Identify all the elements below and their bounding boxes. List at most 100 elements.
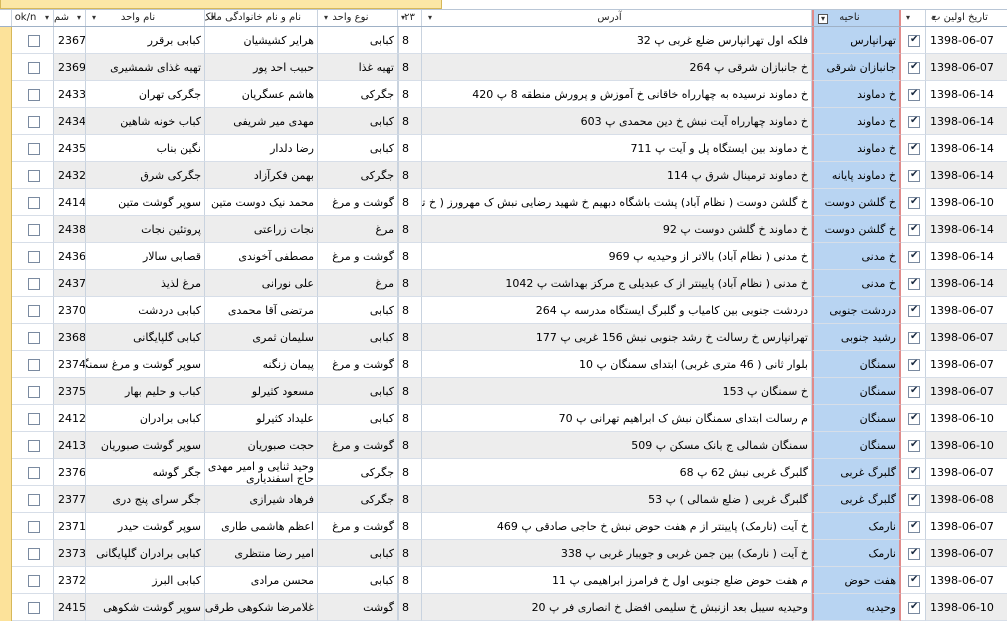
date-cell[interactable]: 1398-06-14 <box>926 216 1007 243</box>
ok-cell[interactable] <box>12 108 54 135</box>
code-cell[interactable]: 8 <box>398 135 422 162</box>
region-cell[interactable]: دردشت جنوبی <box>812 297 901 324</box>
col-header-number[interactable]: شم ▾ <box>54 10 86 26</box>
filter-icon[interactable]: ▾ <box>818 14 828 24</box>
region-cell[interactable]: خ مدنی <box>812 243 901 270</box>
table-row[interactable]: 2432 جگرکی شرق بهمن فکرآزاد جگرکی 8 خ دماوند … <box>0 162 1007 189</box>
address-cell[interactable]: خ مدنی ( نظام آباد) پایینتر از ک عبدیلی … <box>422 270 812 297</box>
select-all-corner[interactable] <box>0 10 12 26</box>
region-cell[interactable]: نارمک <box>812 513 901 540</box>
date-cell[interactable]: 1398-06-07 <box>926 297 1007 324</box>
ok-cell[interactable] <box>12 243 54 270</box>
unit-name-cell[interactable]: تهیه غذای شمشیری <box>86 54 205 81</box>
ok-checkbox[interactable] <box>28 170 40 182</box>
code-cell[interactable]: 8 <box>398 162 422 189</box>
flag-cell[interactable] <box>901 189 926 216</box>
date-cell[interactable]: 1398-06-14 <box>926 162 1007 189</box>
ok-checkbox[interactable] <box>28 62 40 74</box>
number-cell[interactable]: 2436 <box>54 243 86 270</box>
flag-checkbox[interactable] <box>908 88 920 101</box>
ok-checkbox[interactable] <box>28 224 40 236</box>
region-cell[interactable]: وحیدیه <box>812 594 901 621</box>
code-cell[interactable]: 8 <box>398 594 422 621</box>
flag-cell[interactable] <box>901 162 926 189</box>
flag-cell[interactable] <box>901 405 926 432</box>
flag-checkbox[interactable] <box>908 304 920 317</box>
number-cell[interactable]: 2374 <box>54 351 86 378</box>
owner-cell[interactable]: مهدی میر شریفی <box>205 108 318 135</box>
number-cell[interactable]: 2375 <box>54 378 86 405</box>
flag-cell[interactable] <box>901 243 926 270</box>
ok-checkbox[interactable] <box>28 548 40 560</box>
date-cell[interactable]: 1398-06-08 <box>926 486 1007 513</box>
unit-name-cell[interactable]: پروتئین نجات <box>86 216 205 243</box>
row-selector[interactable] <box>0 81 12 108</box>
ok-checkbox[interactable] <box>28 575 40 587</box>
ok-cell[interactable] <box>12 378 54 405</box>
row-selector[interactable] <box>0 405 12 432</box>
ok-cell[interactable] <box>12 216 54 243</box>
owner-cell[interactable]: محسن مرادی <box>205 567 318 594</box>
address-cell[interactable]: م رسالت ابتدای سمنگان نبش ک ابراهیم تهرا… <box>422 405 812 432</box>
address-cell[interactable]: گلبرگ غربی نبش 62 پ 68 <box>422 459 812 486</box>
owner-cell[interactable]: علی نورانی <box>205 270 318 297</box>
row-selector[interactable] <box>0 432 12 459</box>
region-cell[interactable]: گلبرگ غربی <box>812 459 901 486</box>
col-header-type[interactable]: نوع واحد ▾ <box>318 10 398 26</box>
code-cell[interactable]: 8 <box>398 243 422 270</box>
flag-checkbox[interactable] <box>908 331 920 344</box>
address-cell[interactable]: تهرانپارس خ رسالت خ رشد جنوبی نبش 156 غر… <box>422 324 812 351</box>
owner-cell[interactable]: هاشم عسگریان <box>205 81 318 108</box>
unit-name-cell[interactable]: سوپر گوشت صبوریان <box>86 432 205 459</box>
flag-checkbox[interactable] <box>908 142 920 155</box>
owner-cell[interactable]: حبیب احد پور <box>205 54 318 81</box>
owner-cell[interactable]: نجات زراعتی <box>205 216 318 243</box>
row-selector[interactable] <box>0 324 12 351</box>
code-cell[interactable]: 8 <box>398 189 422 216</box>
type-cell[interactable]: جگرکی <box>318 81 398 108</box>
type-cell[interactable]: گوشت و مرغ <box>318 189 398 216</box>
ok-cell[interactable] <box>12 27 54 54</box>
address-cell[interactable]: م هفت حوض ضلع جنوبی اول خ فرامرز ابراهیم… <box>422 567 812 594</box>
number-cell[interactable]: 2373 <box>54 540 86 567</box>
number-cell[interactable]: 2415 <box>54 594 86 621</box>
flag-cell[interactable] <box>901 567 926 594</box>
region-cell[interactable]: رشید جنوبی <box>812 324 901 351</box>
unit-name-cell[interactable]: سوپر گوشت و مرغ سمنگان <box>86 351 205 378</box>
date-cell[interactable]: 1398-06-07 <box>926 567 1007 594</box>
ok-checkbox[interactable] <box>28 602 40 614</box>
owner-cell[interactable]: پیمان زنگنه <box>205 351 318 378</box>
type-cell[interactable]: گوشت و مرغ <box>318 351 398 378</box>
type-cell[interactable]: مرغ <box>318 216 398 243</box>
owner-cell[interactable]: سلیمان ثمری <box>205 324 318 351</box>
region-cell[interactable]: سمنگان <box>812 378 901 405</box>
table-row[interactable]: 2415 سوپر گوشت شکوهی غلامرضا شکوهی طرقی گوش… <box>0 594 1007 621</box>
unit-name-cell[interactable]: مرغ لذیذ <box>86 270 205 297</box>
flag-cell[interactable] <box>901 540 926 567</box>
flag-cell[interactable] <box>901 351 926 378</box>
unit-name-cell[interactable]: قصابی سالار <box>86 243 205 270</box>
ok-checkbox[interactable] <box>28 413 40 425</box>
date-cell[interactable]: 1398-06-14 <box>926 135 1007 162</box>
table-row[interactable]: 2370 کبابی دردشت مرتضی آقا محمدی کبابی 8 دردش… <box>0 297 1007 324</box>
address-cell[interactable]: خ مدنی ( نظام آباد) بالاتر از وحیدیه پ 9… <box>422 243 812 270</box>
flag-cell[interactable] <box>901 216 926 243</box>
flag-checkbox[interactable] <box>908 250 920 263</box>
region-cell[interactable]: جانبازان شرقی <box>812 54 901 81</box>
flag-checkbox[interactable] <box>908 115 920 128</box>
flag-cell[interactable] <box>901 54 926 81</box>
address-cell[interactable]: خ جانبازان شرقی پ 264 <box>422 54 812 81</box>
owner-cell[interactable]: مصطفی آخوندی <box>205 243 318 270</box>
table-row[interactable]: 2414 سوپر گوشت متین محمد نیک دوست متین گوشت… <box>0 189 1007 216</box>
owner-cell[interactable]: مسعود کثیرلو <box>205 378 318 405</box>
unit-name-cell[interactable]: کباب خونه شاهین <box>86 108 205 135</box>
type-cell[interactable]: کبابی <box>318 108 398 135</box>
row-selector[interactable] <box>0 243 12 270</box>
ok-checkbox[interactable] <box>28 278 40 290</box>
row-selector[interactable] <box>0 513 12 540</box>
number-cell[interactable]: 2413 <box>54 432 86 459</box>
flag-checkbox[interactable] <box>908 466 920 479</box>
code-cell[interactable]: 8 <box>398 297 422 324</box>
flag-checkbox[interactable] <box>908 358 920 371</box>
unit-name-cell[interactable]: سوپر گوشت حیدر <box>86 513 205 540</box>
